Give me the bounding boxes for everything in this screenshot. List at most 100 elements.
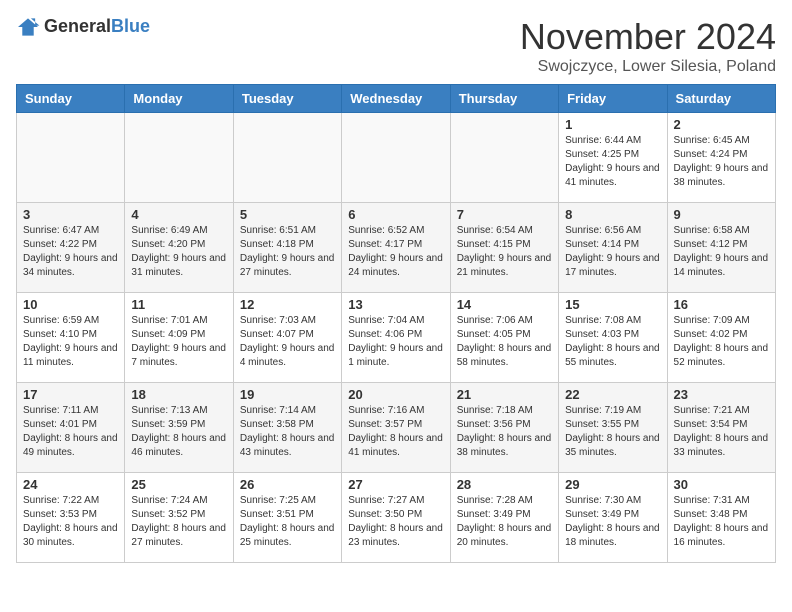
day-info: Sunrise: 6:47 AM Sunset: 4:22 PM Dayligh… <box>23 224 118 280</box>
calendar-body: 1 Sunrise: 6:44 AM Sunset: 4:25 PM Daylig… <box>17 113 776 563</box>
day-cell: 1 Sunrise: 6:44 AM Sunset: 4:25 PM Daylig… <box>559 113 667 203</box>
day-cell: 23Sunrise: 7:21 AM Sunset: 3:54 PM Dayli… <box>667 383 775 473</box>
day-cell <box>450 113 558 203</box>
day-info: Sunrise: 6:58 AM Sunset: 4:12 PM Dayligh… <box>674 224 769 280</box>
week-row-2: 3 Sunrise: 6:47 AM Sunset: 4:22 PM Daylig… <box>17 203 776 293</box>
day-number: 7 <box>457 207 552 222</box>
day-cell: 2 Sunrise: 6:45 AM Sunset: 4:24 PM Daylig… <box>667 113 775 203</box>
day-cell: 13 Sunrise: 7:04 AM Sunset: 4:06 PM Dayli… <box>342 293 450 383</box>
day-number: 19 <box>240 387 335 402</box>
header: GeneralBlue November 2024 Swojczyce, Low… <box>16 16 776 76</box>
day-number: 8 <box>565 207 660 222</box>
day-cell: 11Sunrise: 7:01 AM Sunset: 4:09 PM Dayli… <box>125 293 233 383</box>
day-cell: 27Sunrise: 7:27 AM Sunset: 3:50 PM Dayli… <box>342 473 450 563</box>
day-info: Sunrise: 7:04 AM Sunset: 4:06 PM Dayligh… <box>348 314 443 370</box>
day-cell: 26 Sunrise: 7:25 AM Sunset: 3:51 PM Dayli… <box>233 473 341 563</box>
column-header-wednesday: Wednesday <box>342 85 450 113</box>
day-number: 23 <box>674 387 769 402</box>
day-info: Sunrise: 7:08 AM Sunset: 4:03 PM Dayligh… <box>565 314 660 370</box>
logo-text-blue: Blue <box>111 16 150 36</box>
day-cell: 9 Sunrise: 6:58 AM Sunset: 4:12 PM Daylig… <box>667 203 775 293</box>
day-cell: 10 Sunrise: 6:59 AM Sunset: 4:10 PM Dayli… <box>17 293 125 383</box>
day-info: Sunrise: 7:13 AM Sunset: 3:59 PM Dayligh… <box>131 404 226 460</box>
week-row-1: 1 Sunrise: 6:44 AM Sunset: 4:25 PM Daylig… <box>17 113 776 203</box>
day-info: Sunrise: 7:19 AM Sunset: 3:55 PM Dayligh… <box>565 404 660 460</box>
day-info: Sunrise: 7:03 AM Sunset: 4:07 PM Dayligh… <box>240 314 335 370</box>
day-cell: 4Sunrise: 6:49 AM Sunset: 4:20 PM Daylig… <box>125 203 233 293</box>
day-cell: 28 Sunrise: 7:28 AM Sunset: 3:49 PM Dayli… <box>450 473 558 563</box>
day-info: Sunrise: 7:28 AM Sunset: 3:49 PM Dayligh… <box>457 494 552 550</box>
day-number: 26 <box>240 477 335 492</box>
day-cell: 14Sunrise: 7:06 AM Sunset: 4:05 PM Dayli… <box>450 293 558 383</box>
day-info: Sunrise: 7:18 AM Sunset: 3:56 PM Dayligh… <box>457 404 552 460</box>
day-info: Sunrise: 7:11 AM Sunset: 4:01 PM Dayligh… <box>23 404 118 460</box>
day-number: 22 <box>565 387 660 402</box>
day-info: Sunrise: 7:09 AM Sunset: 4:02 PM Dayligh… <box>674 314 769 370</box>
day-cell: 6 Sunrise: 6:52 AM Sunset: 4:17 PM Daylig… <box>342 203 450 293</box>
day-cell: 22 Sunrise: 7:19 AM Sunset: 3:55 PM Dayli… <box>559 383 667 473</box>
day-cell: 20 Sunrise: 7:16 AM Sunset: 3:57 PM Dayli… <box>342 383 450 473</box>
day-cell: 21 Sunrise: 7:18 AM Sunset: 3:56 PM Dayli… <box>450 383 558 473</box>
header-row: SundayMondayTuesdayWednesdayThursdayFrid… <box>17 85 776 113</box>
column-header-friday: Friday <box>559 85 667 113</box>
day-cell: 25 Sunrise: 7:24 AM Sunset: 3:52 PM Dayli… <box>125 473 233 563</box>
day-number: 16 <box>674 297 769 312</box>
logo-text-general: General <box>44 16 111 36</box>
day-info: Sunrise: 6:44 AM Sunset: 4:25 PM Dayligh… <box>565 134 660 190</box>
day-cell <box>233 113 341 203</box>
day-info: Sunrise: 7:25 AM Sunset: 3:51 PM Dayligh… <box>240 494 335 550</box>
day-info: Sunrise: 6:51 AM Sunset: 4:18 PM Dayligh… <box>240 224 335 280</box>
week-row-4: 17 Sunrise: 7:11 AM Sunset: 4:01 PM Dayli… <box>17 383 776 473</box>
day-number: 18 <box>131 387 226 402</box>
day-info: Sunrise: 6:54 AM Sunset: 4:15 PM Dayligh… <box>457 224 552 280</box>
title-area: November 2024 Swojczyce, Lower Silesia, … <box>520 16 776 76</box>
day-cell <box>342 113 450 203</box>
day-number: 1 <box>565 117 660 132</box>
day-cell: 5 Sunrise: 6:51 AM Sunset: 4:18 PM Daylig… <box>233 203 341 293</box>
week-row-5: 24Sunrise: 7:22 AM Sunset: 3:53 PM Dayli… <box>17 473 776 563</box>
day-info: Sunrise: 7:31 AM Sunset: 3:48 PM Dayligh… <box>674 494 769 550</box>
day-cell: 19 Sunrise: 7:14 AM Sunset: 3:58 PM Dayli… <box>233 383 341 473</box>
day-number: 20 <box>348 387 443 402</box>
column-header-monday: Monday <box>125 85 233 113</box>
day-cell: 16 Sunrise: 7:09 AM Sunset: 4:02 PM Dayli… <box>667 293 775 383</box>
day-cell <box>125 113 233 203</box>
logo-icon <box>16 17 40 37</box>
day-cell: 24Sunrise: 7:22 AM Sunset: 3:53 PM Dayli… <box>17 473 125 563</box>
day-number: 17 <box>23 387 118 402</box>
day-info: Sunrise: 7:27 AM Sunset: 3:50 PM Dayligh… <box>348 494 443 550</box>
day-info: Sunrise: 7:14 AM Sunset: 3:58 PM Dayligh… <box>240 404 335 460</box>
day-number: 25 <box>131 477 226 492</box>
day-number: 21 <box>457 387 552 402</box>
day-info: Sunrise: 6:52 AM Sunset: 4:17 PM Dayligh… <box>348 224 443 280</box>
day-number: 10 <box>23 297 118 312</box>
column-header-thursday: Thursday <box>450 85 558 113</box>
day-number: 28 <box>457 477 552 492</box>
day-number: 11 <box>131 297 226 312</box>
column-header-saturday: Saturday <box>667 85 775 113</box>
day-number: 3 <box>23 207 118 222</box>
day-number: 6 <box>348 207 443 222</box>
day-number: 30 <box>674 477 769 492</box>
day-info: Sunrise: 6:56 AM Sunset: 4:14 PM Dayligh… <box>565 224 660 280</box>
day-number: 13 <box>348 297 443 312</box>
day-info: Sunrise: 7:16 AM Sunset: 3:57 PM Dayligh… <box>348 404 443 460</box>
column-header-tuesday: Tuesday <box>233 85 341 113</box>
day-number: 4 <box>131 207 226 222</box>
column-header-sunday: Sunday <box>17 85 125 113</box>
day-info: Sunrise: 6:59 AM Sunset: 4:10 PM Dayligh… <box>23 314 118 370</box>
day-number: 9 <box>674 207 769 222</box>
day-cell: 29Sunrise: 7:30 AM Sunset: 3:49 PM Dayli… <box>559 473 667 563</box>
day-cell: 3 Sunrise: 6:47 AM Sunset: 4:22 PM Daylig… <box>17 203 125 293</box>
day-info: Sunrise: 7:24 AM Sunset: 3:52 PM Dayligh… <box>131 494 226 550</box>
day-number: 24 <box>23 477 118 492</box>
day-info: Sunrise: 7:06 AM Sunset: 4:05 PM Dayligh… <box>457 314 552 370</box>
day-cell: 7 Sunrise: 6:54 AM Sunset: 4:15 PM Daylig… <box>450 203 558 293</box>
day-info: Sunrise: 6:45 AM Sunset: 4:24 PM Dayligh… <box>674 134 769 190</box>
day-cell: 15Sunrise: 7:08 AM Sunset: 4:03 PM Dayli… <box>559 293 667 383</box>
day-cell <box>17 113 125 203</box>
week-row-3: 10 Sunrise: 6:59 AM Sunset: 4:10 PM Dayli… <box>17 293 776 383</box>
day-number: 5 <box>240 207 335 222</box>
day-cell: 18 Sunrise: 7:13 AM Sunset: 3:59 PM Dayli… <box>125 383 233 473</box>
day-number: 2 <box>674 117 769 132</box>
